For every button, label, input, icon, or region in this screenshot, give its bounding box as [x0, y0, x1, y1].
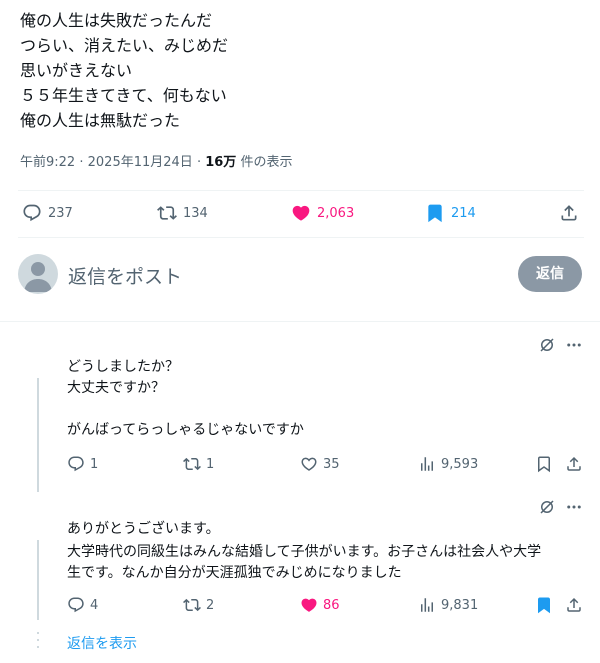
reply-line: どうしましたか？: [67, 359, 179, 375]
post-line: 思いがきえない: [20, 61, 133, 80]
repost-count: 1: [206, 456, 215, 472]
bookmark-icon: [538, 456, 550, 473]
repost-icon: [157, 206, 177, 220]
reply-action[interactable]: 237: [22, 203, 73, 223]
like-action[interactable]: 35: [300, 455, 340, 473]
reply-action[interactable]: 1: [67, 455, 98, 473]
reply-line: 大丈夫ですか？: [67, 380, 165, 396]
reply-input[interactable]: 返信をポスト: [68, 262, 182, 289]
divider: [18, 237, 584, 238]
more-button[interactable]: [565, 498, 583, 520]
post-line: つらい、消えたい、みじめだ: [20, 36, 229, 55]
share-action[interactable]: [565, 455, 583, 473]
reply-icon: [23, 204, 41, 222]
views-icon: [421, 598, 433, 612]
bookmark-icon: [538, 597, 550, 614]
share-icon: [561, 205, 577, 221]
more-icon: [567, 505, 581, 509]
share-icon: [567, 456, 581, 471]
bookmark-action[interactable]: [535, 596, 553, 614]
show-replies-link[interactable]: 返信を表示: [67, 633, 137, 653]
share-action[interactable]: [559, 203, 579, 223]
views-action[interactable]: 9,593: [418, 455, 478, 473]
like-count: 86: [323, 597, 340, 613]
bookmark-icon: [428, 204, 442, 223]
share-action[interactable]: [565, 596, 583, 614]
post-meta: 午前9:22 · 2025年11月24日 · 16万 件の表示: [20, 151, 292, 170]
reply-submit-button[interactable]: 返信: [518, 256, 582, 292]
reply-count: 1: [90, 456, 99, 472]
grok-button[interactable]: [538, 498, 556, 520]
repost-icon: [183, 598, 201, 612]
views-count: 9,831: [441, 597, 479, 613]
reply-line: がんばってらっしゃるじゃないですか: [67, 422, 304, 438]
divider: [18, 190, 584, 191]
default-avatar-icon: [24, 262, 52, 292]
more-icon: [567, 343, 581, 347]
views-count: 9,593: [441, 456, 479, 472]
post-line: 俺の人生は無駄だった: [20, 111, 181, 130]
share-icon: [567, 597, 581, 612]
post-line: ５５年生きてきて、何もない: [20, 86, 227, 105]
reply-icon: [68, 456, 84, 472]
thread-line: [37, 378, 39, 492]
post-time[interactable]: 午前9:22: [20, 155, 75, 170]
reply-count: 4: [90, 597, 99, 613]
repost-count: 134: [183, 205, 208, 221]
repost-action[interactable]: 2: [183, 596, 214, 614]
avatar[interactable]: [18, 254, 58, 294]
reply-line: 生です。なんか自分が天涯孤独でみじめになりました: [67, 565, 402, 581]
like-count: 2,063: [317, 205, 355, 221]
grok-button[interactable]: [538, 336, 556, 358]
repost-count: 2: [206, 597, 215, 613]
meta-separator: ·: [196, 155, 202, 170]
reply-line: 大学時代の同級生はみんな結婚して子供がいます。お子さんは社会人や大学: [67, 544, 542, 560]
grok-icon: [540, 338, 554, 352]
grok-icon: [540, 500, 554, 514]
like-action[interactable]: 86: [300, 596, 340, 614]
bookmark-action[interactable]: [535, 455, 553, 473]
like-action[interactable]: 2,063: [291, 203, 354, 223]
repost-action[interactable]: 134: [157, 203, 208, 223]
views-label: 件の表示: [240, 155, 293, 170]
post-date[interactable]: 2025年11月24日: [88, 155, 193, 170]
views-count: 16万: [205, 155, 237, 170]
more-button[interactable]: [565, 336, 583, 358]
divider: [0, 321, 600, 322]
reply-action[interactable]: 4: [67, 596, 98, 614]
views-action[interactable]: 9,831: [418, 596, 478, 614]
reply-count: 237: [48, 205, 73, 221]
like-icon: [301, 598, 317, 612]
bookmark-action[interactable]: 214: [425, 203, 476, 223]
repost-icon: [183, 457, 201, 471]
thread-dots: [37, 630, 39, 654]
like-count: 35: [323, 456, 340, 472]
like-icon: [301, 457, 317, 471]
post-line: 俺の人生は失敗だったんだ: [20, 11, 213, 30]
meta-separator: ·: [79, 155, 84, 170]
views-icon: [421, 457, 433, 471]
reply-icon: [68, 597, 84, 613]
like-icon: [292, 205, 310, 221]
thread-line: [37, 540, 39, 620]
reply-line: ありがとうございます。: [67, 521, 220, 537]
bookmark-count: 214: [451, 205, 476, 221]
repost-action[interactable]: 1: [183, 455, 214, 473]
